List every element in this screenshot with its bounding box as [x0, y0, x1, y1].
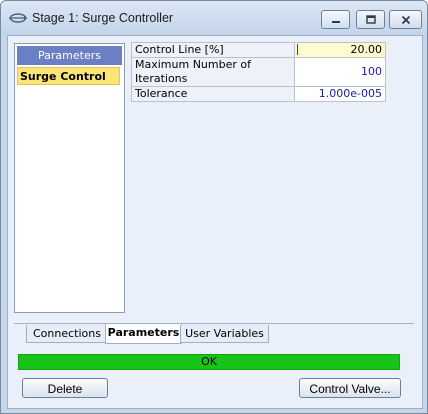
tolerance-input[interactable]: 1.000e-005: [294, 86, 386, 102]
max-iterations-input[interactable]: 100: [294, 57, 386, 87]
minimize-button[interactable]: [321, 10, 350, 29]
control-line-input[interactable]: 20.00: [294, 42, 386, 58]
parameter-name: Tolerance: [131, 86, 295, 102]
close-icon: [401, 15, 410, 24]
surge-controller-window: Stage 1: Surge Controller Parameters Sur…: [0, 0, 428, 414]
parameter-value: 20.00: [350, 43, 383, 56]
minimize-icon: [331, 20, 340, 23]
close-button[interactable]: [389, 10, 422, 29]
maximize-button[interactable]: [356, 10, 385, 29]
controller-icon: [9, 13, 27, 23]
category-list-header: Parameters: [17, 46, 122, 65]
maximize-icon: [365, 14, 376, 24]
tab-user-variables[interactable]: User Variables: [180, 325, 269, 343]
tab-connections[interactable]: Connections: [26, 325, 108, 343]
status-bar: OK: [18, 354, 400, 370]
window-title: Stage 1: Surge Controller: [32, 11, 174, 25]
parameter-name: Maximum Number of Iterations: [131, 57, 295, 87]
dialog-body: Parameters Surge Control Control Line [%…: [7, 35, 423, 409]
delete-button[interactable]: Delete: [22, 378, 108, 398]
tab-strip-divider: [14, 323, 414, 324]
table-row: Control Line [%] 20.00: [131, 42, 386, 58]
table-row: Maximum Number of Iterations 100: [131, 57, 386, 87]
table-row: Tolerance 1.000e-005: [131, 86, 386, 102]
tab-parameters[interactable]: Parameters: [105, 324, 182, 344]
control-valve-button[interactable]: Control Valve...: [299, 378, 401, 398]
title-bar[interactable]: Stage 1: Surge Controller: [1, 1, 427, 35]
parameter-name: Control Line [%]: [131, 42, 295, 58]
parameters-table: Control Line [%] 20.00 Maximum Number of…: [131, 42, 386, 102]
parameter-category-list: Parameters Surge Control: [14, 43, 125, 313]
text-cursor: [297, 44, 298, 55]
category-item-surge-control[interactable]: Surge Control: [17, 67, 120, 85]
